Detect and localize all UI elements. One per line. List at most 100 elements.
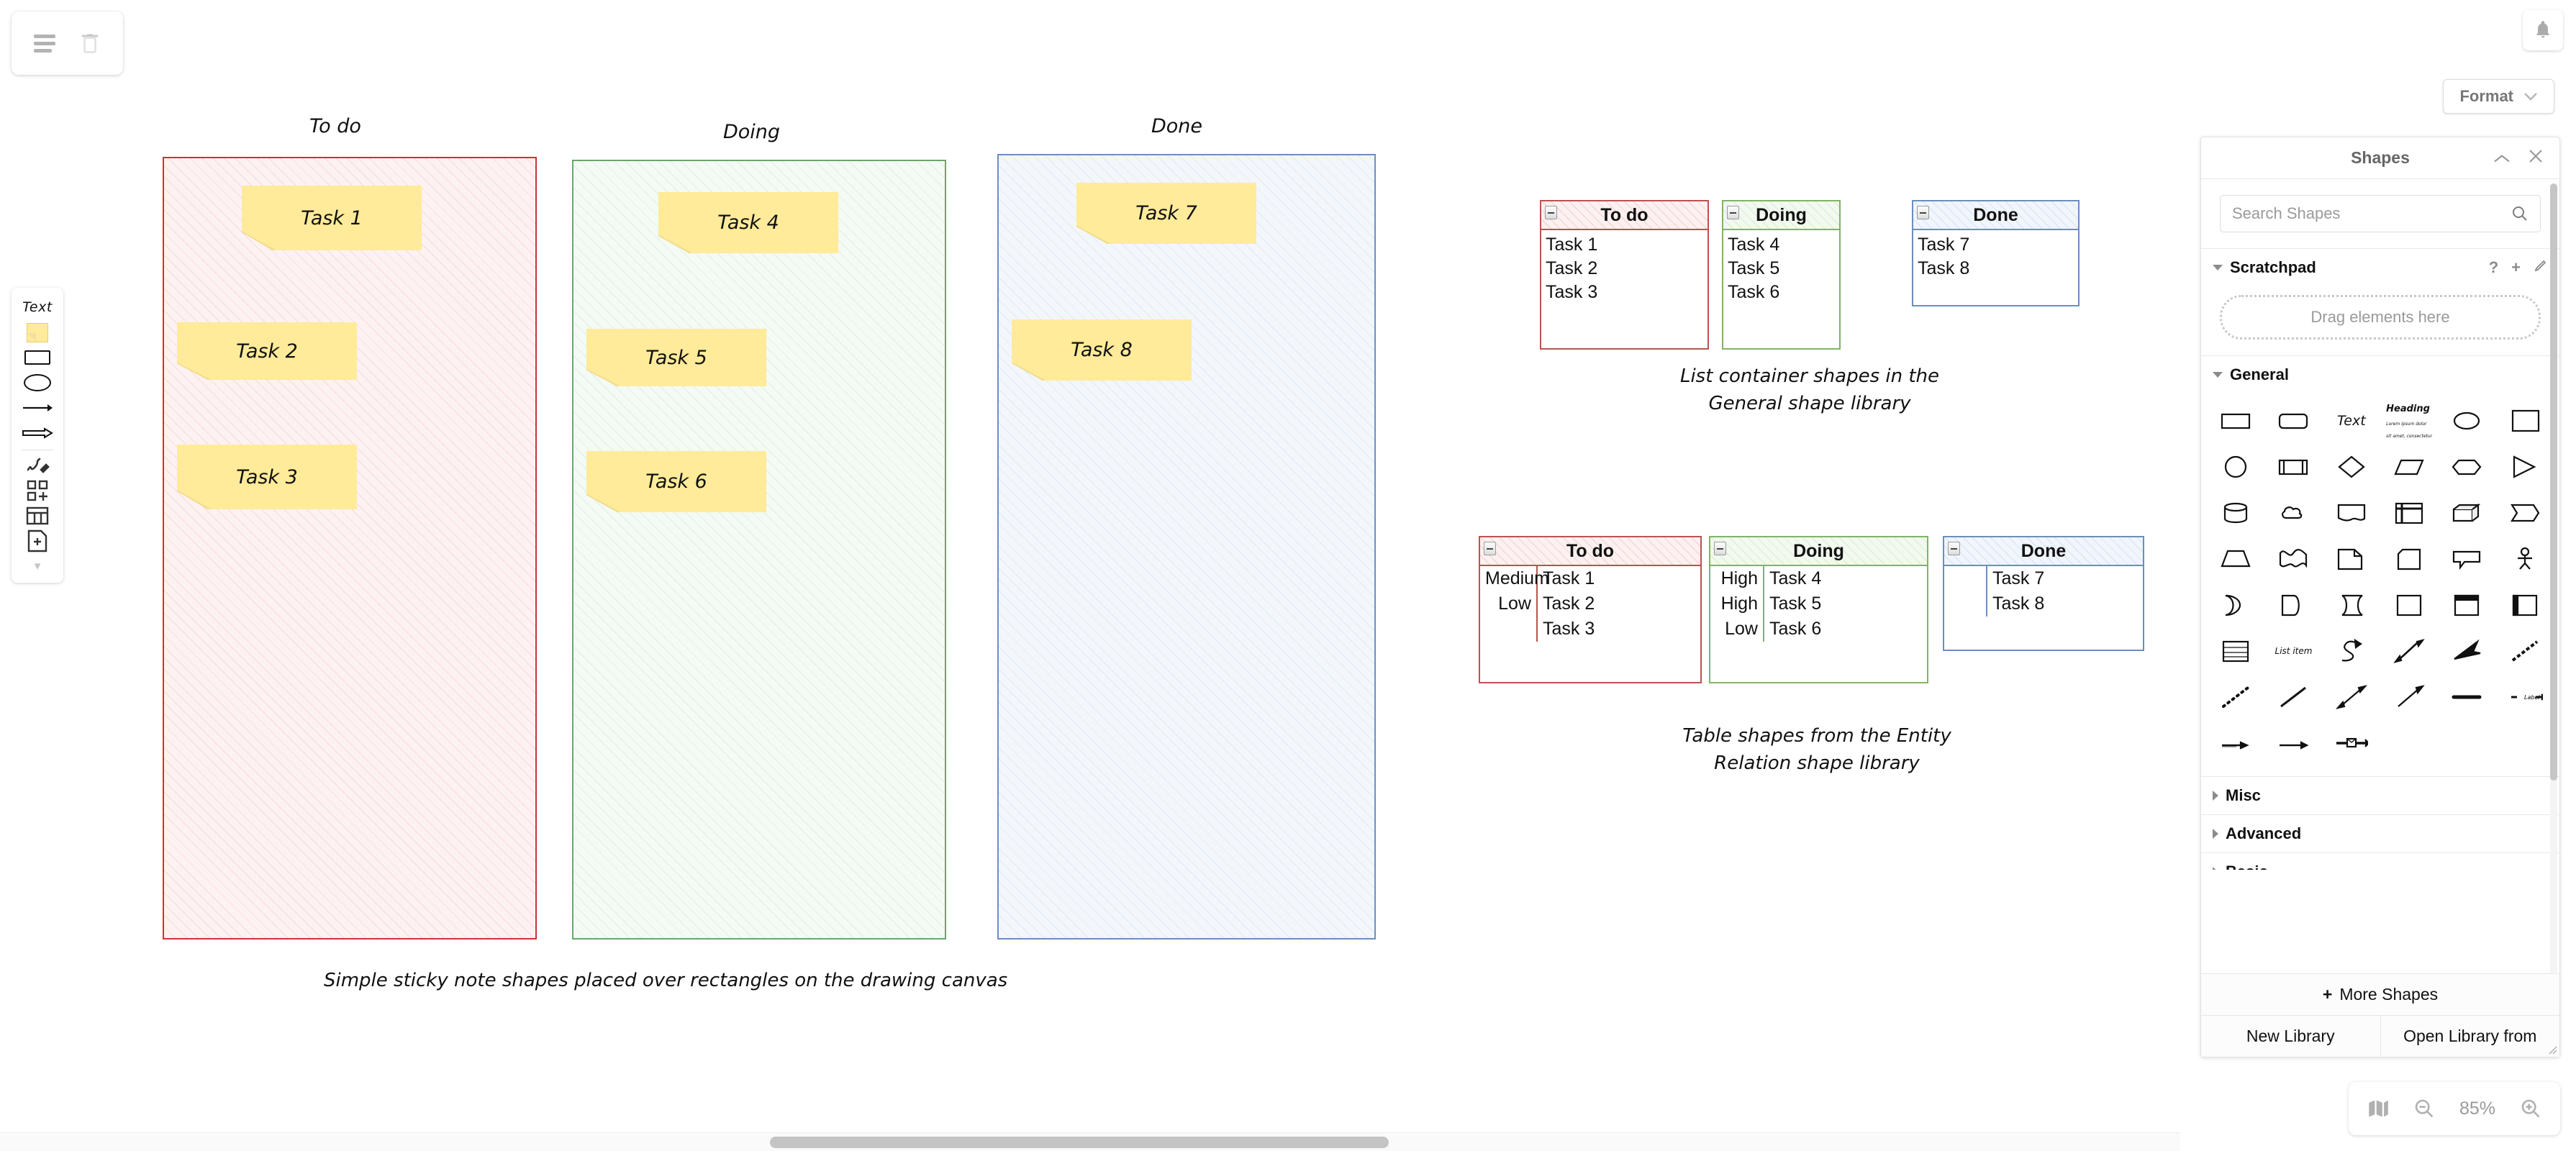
sticky-note[interactable]: Task 2 xyxy=(177,322,357,380)
shape-cloud[interactable] xyxy=(2264,490,2322,536)
list-container-shape[interactable]: Done Task 7 Task 8 xyxy=(1912,200,2080,306)
hamburger-menu-icon[interactable] xyxy=(27,25,63,61)
canvas-swimlane[interactable] xyxy=(163,157,537,940)
er-table-shape[interactable]: To do Medium Low Task 1 Task 2 Task 3 xyxy=(1479,536,1702,683)
resize-grip[interactable] xyxy=(2544,1042,2557,1055)
list-container-shape[interactable]: Doing Task 4 Task 5 Task 6 xyxy=(1722,200,1841,350)
freehand-tool[interactable] xyxy=(17,453,58,478)
shape-double-arrow[interactable] xyxy=(2380,628,2438,674)
shape-parallelogram[interactable] xyxy=(2380,444,2438,490)
priority-cell[interactable] xyxy=(1944,591,1986,617)
task-cell[interactable]: Task 6 xyxy=(1764,617,1927,642)
priority-cell[interactable] xyxy=(1944,566,1986,591)
shape-cube[interactable] xyxy=(2438,490,2495,536)
zoom-level[interactable]: 85% xyxy=(2459,1098,2495,1119)
panel-scrollbar[interactable] xyxy=(2550,183,2557,975)
notification-bell-icon[interactable] xyxy=(2523,10,2563,50)
panel-scrollbar-thumb[interactable] xyxy=(2550,183,2557,781)
sticky-note[interactable]: Task 8 xyxy=(1012,319,1192,381)
task-cell[interactable]: Task 7 xyxy=(1987,566,2143,591)
text-tool[interactable]: Text xyxy=(17,295,58,320)
list-item[interactable]: Task 5 xyxy=(1728,257,1839,281)
shape-square-plain[interactable] xyxy=(2380,582,2438,628)
zoom-out-icon[interactable] xyxy=(2413,1098,2435,1119)
shape-circle[interactable] xyxy=(2207,444,2264,490)
search-input[interactable] xyxy=(2232,204,2511,223)
priority-cell[interactable]: Medium xyxy=(1480,566,1549,591)
advanced-header[interactable]: Advanced xyxy=(2201,815,2559,852)
task-cell[interactable]: Task 1 xyxy=(1538,566,1700,591)
list-item[interactable]: Task 7 xyxy=(1918,233,2078,257)
list-item[interactable]: Task 3 xyxy=(1546,281,1707,304)
shape-single-arrow[interactable] xyxy=(2380,674,2438,720)
sticky-note[interactable]: Task 5 xyxy=(586,329,766,386)
thick-arrow-tool[interactable] xyxy=(17,420,58,445)
shape-heading-text[interactable]: Heading Lorem ipsum dolor sit amet, consec… xyxy=(2380,398,2438,444)
sticky-note[interactable]: Task 3 xyxy=(177,445,357,509)
sticky-note[interactable]: Task 4 xyxy=(658,192,838,253)
rectangle-tool[interactable] xyxy=(17,345,58,370)
shape-note[interactable] xyxy=(2323,536,2380,582)
shape-delay[interactable] xyxy=(2264,582,2322,628)
shape-thick-line[interactable] xyxy=(2438,674,2495,720)
collapse-icon[interactable] xyxy=(1917,206,1929,219)
new-library-button[interactable]: New Library xyxy=(2201,1016,2381,1057)
shape-callout[interactable] xyxy=(2438,536,2495,582)
shape-step[interactable] xyxy=(2496,490,2554,536)
shape-square[interactable] xyxy=(2496,398,2554,444)
shape-ellipse[interactable] xyxy=(2438,398,2495,444)
arrow-tool[interactable] xyxy=(17,395,58,420)
shape-source-target-arrow[interactable] xyxy=(2264,720,2322,766)
collapse-icon[interactable] xyxy=(1545,206,1557,219)
sticky-note[interactable]: Task 1 xyxy=(242,186,422,250)
er-table-shape[interactable]: Doing High High Low Task 4 Task 5 Task 6 xyxy=(1709,536,1928,683)
search-shapes-field[interactable] xyxy=(2220,195,2541,232)
shape-process[interactable] xyxy=(2264,444,2322,490)
task-cell[interactable]: Task 8 xyxy=(1987,591,2143,617)
shape-list-item[interactable]: List item xyxy=(2264,628,2322,674)
chevron-up-icon[interactable] xyxy=(2493,148,2511,168)
canvas-swimlane[interactable] xyxy=(572,160,946,940)
close-icon[interactable] xyxy=(2528,148,2544,168)
priority-cell[interactable]: High xyxy=(1710,566,1763,591)
shape-rounded-rectangle[interactable] xyxy=(2264,398,2322,444)
horizontal-scrollbar-thumb[interactable] xyxy=(770,1137,1389,1148)
task-cell[interactable]: Task 2 xyxy=(1538,591,1700,617)
shape-list[interactable] xyxy=(2207,628,2264,674)
shape-cylinder[interactable] xyxy=(2207,490,2264,536)
shape-rectangle[interactable] xyxy=(2207,398,2264,444)
misc-header[interactable]: Misc xyxy=(2201,777,2559,814)
shape-labelled-arrow[interactable]: Label xyxy=(2496,674,2554,720)
collapse-icon[interactable] xyxy=(1714,542,1726,555)
shape-hexagon[interactable] xyxy=(2438,444,2495,490)
help-icon[interactable]: ? xyxy=(2489,258,2498,277)
collapse-icon[interactable] xyxy=(1484,542,1496,555)
canvas-swimlane[interactable] xyxy=(997,154,1376,940)
more-shapes-button[interactable]: + More Shapes xyxy=(2201,973,2559,1015)
shape-triangle[interactable] xyxy=(2496,444,2554,490)
shape-actor[interactable] xyxy=(2496,536,2554,582)
er-table-shape[interactable]: Done Task 7 Task 8 xyxy=(1943,536,2144,651)
shape-vertical-container[interactable] xyxy=(2438,582,2495,628)
list-item[interactable]: Task 2 xyxy=(1546,257,1707,281)
map-outline-icon[interactable] xyxy=(2367,1098,2389,1119)
open-library-button[interactable]: Open Library from xyxy=(2381,1016,2560,1057)
table-tool[interactable] xyxy=(17,503,58,528)
general-header[interactable]: General xyxy=(2201,356,2559,393)
zoom-in-icon[interactable] xyxy=(2520,1098,2541,1119)
shape-document[interactable] xyxy=(2323,490,2380,536)
add-page-tool[interactable] xyxy=(17,528,58,553)
add-icon[interactable]: + xyxy=(2511,258,2521,277)
scratchpad-header[interactable]: Scratchpad ? + xyxy=(2201,249,2559,286)
list-item[interactable]: Task 8 xyxy=(1918,257,2078,281)
task-cell[interactable]: Task 4 xyxy=(1764,566,1927,591)
scratchpad-dropzone[interactable]: Drag elements here xyxy=(2220,295,2541,340)
collapse-icon[interactable] xyxy=(1948,542,1960,555)
basic-header[interactable]: Basic xyxy=(2201,853,2559,870)
add-shapes-tool[interactable] xyxy=(17,478,58,504)
shape-curved-arrow[interactable] xyxy=(2323,628,2380,674)
shape-bidirectional-arrow[interactable] xyxy=(2323,674,2380,720)
ellipse-tool[interactable] xyxy=(17,370,58,395)
trash-icon[interactable] xyxy=(72,25,108,61)
sticky-note-tool[interactable] xyxy=(17,320,58,345)
